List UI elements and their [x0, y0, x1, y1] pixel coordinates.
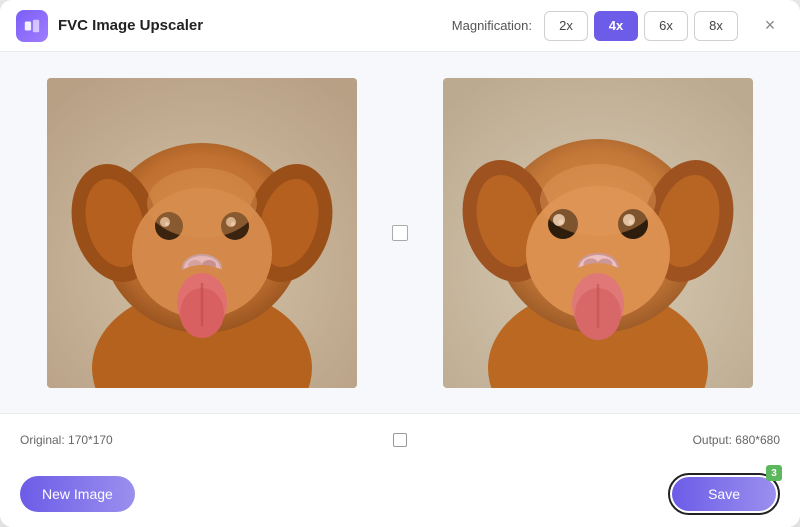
compare-icon	[393, 433, 407, 447]
title-bar: FVC Image Upscaler Magnification: 2x 4x …	[0, 0, 800, 52]
new-image-button[interactable]: New Image	[20, 476, 135, 512]
divider-area	[380, 225, 420, 241]
close-button[interactable]: ×	[756, 12, 784, 40]
save-button[interactable]: Save	[672, 477, 776, 511]
output-dog-image	[443, 78, 753, 388]
main-content	[0, 52, 800, 413]
original-dog-image	[47, 78, 357, 388]
original-size-label: Original: 170*170	[20, 433, 393, 447]
magnification-buttons: 2x 4x 6x 8x	[544, 11, 738, 41]
mag-4x-button[interactable]: 4x	[594, 11, 638, 41]
output-size-label: Output: 680*680	[407, 433, 780, 447]
output-image-panel	[420, 78, 776, 388]
info-bar: Original: 170*170 Output: 680*680	[0, 413, 800, 465]
original-image-panel	[24, 78, 380, 388]
logo-icon	[23, 17, 41, 35]
footer-bar: New Image 3 Save	[0, 465, 800, 527]
mag-2x-button[interactable]: 2x	[544, 11, 588, 41]
magnification-label: Magnification:	[452, 18, 532, 33]
app-window: FVC Image Upscaler Magnification: 2x 4x …	[0, 0, 800, 527]
save-button-wrapper: Save	[668, 473, 780, 515]
mag-8x-button[interactable]: 8x	[694, 11, 738, 41]
app-logo	[16, 10, 48, 42]
divider-icon	[392, 225, 408, 241]
output-image-box	[443, 78, 753, 388]
original-image-box	[47, 78, 357, 388]
save-badge: 3	[766, 465, 782, 481]
mag-6x-button[interactable]: 6x	[644, 11, 688, 41]
save-area: 3 Save	[668, 473, 780, 515]
app-title: FVC Image Upscaler	[58, 17, 203, 34]
